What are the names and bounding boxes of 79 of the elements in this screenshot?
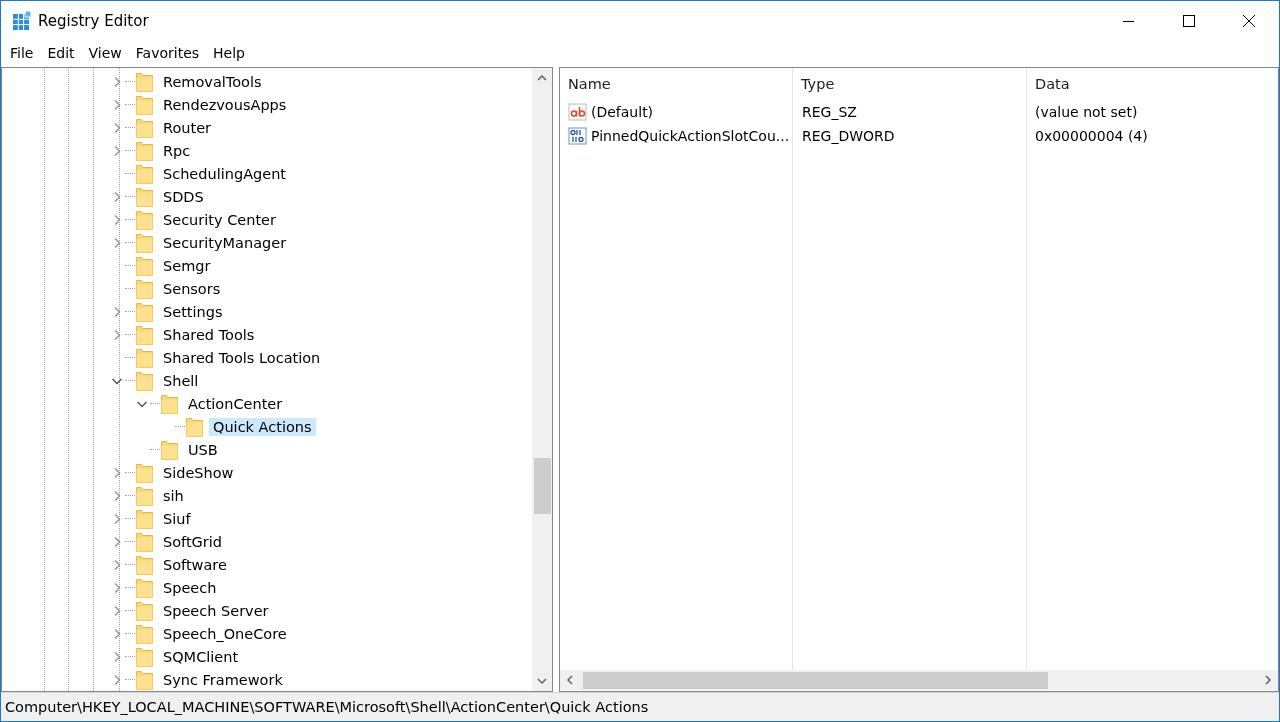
value-name: PinnedQuickActionSlotCou... [591, 128, 790, 144]
menu-item[interactable]: View [81, 45, 129, 61]
folder-icon [136, 278, 153, 299]
value-data: 0x00000004 (4) [1034, 128, 1149, 144]
tree-item[interactable]: SideShow [159, 463, 238, 482]
tree-item[interactable]: SchedulingAgent [159, 164, 291, 183]
tree-item[interactable]: RemovalTools [159, 72, 266, 91]
binary-value-icon [568, 127, 588, 145]
menu-item[interactable]: Edit [40, 45, 82, 61]
tree-item[interactable]: Speech [159, 578, 221, 597]
folder-icon [136, 324, 153, 345]
menu-item[interactable]: File [3, 45, 41, 61]
tree-item[interactable]: Settings [159, 302, 227, 321]
folder-icon [136, 600, 153, 621]
value-type: REG_SZ [801, 104, 858, 120]
menu-item[interactable]: Help [206, 45, 252, 61]
folder-icon [136, 485, 153, 506]
folder-icon [136, 531, 153, 552]
tree-item[interactable]: SecurityManager [159, 233, 291, 252]
folder-icon [136, 646, 153, 667]
folder-icon [136, 117, 153, 138]
folder-icon [136, 140, 153, 161]
tree-item[interactable]: USB [184, 440, 222, 459]
folder-icon [136, 163, 153, 184]
tree-item[interactable]: ActionCenter [184, 394, 287, 413]
horizontal-scrollbar[interactable] [560, 670, 1278, 690]
tree-item[interactable]: Shared Tools [159, 325, 259, 344]
close-icon [1243, 15, 1255, 27]
tree-item[interactable]: Quick Actions [209, 417, 316, 436]
column-header[interactable]: Data [1027, 76, 1278, 92]
folder-icon [136, 301, 153, 322]
vertical-scrollbar[interactable] [532, 68, 552, 691]
tree-item[interactable]: sih [159, 486, 188, 505]
string-value-icon [568, 103, 588, 121]
folder-icon [136, 623, 153, 644]
scroll-thumb[interactable] [534, 458, 551, 514]
folder-icon [186, 416, 203, 437]
folder-icon [136, 577, 153, 598]
column-header[interactable]: Type [793, 76, 1027, 92]
folder-icon [136, 209, 153, 230]
tree-item[interactable]: SDDS [159, 187, 208, 206]
folder-icon [136, 508, 153, 529]
tree-item[interactable]: Sensors [159, 279, 225, 298]
folder-icon [136, 462, 153, 483]
folder-icon [136, 554, 153, 575]
folder-icon [136, 186, 153, 207]
tree-item[interactable]: RendezvousApps [159, 95, 291, 114]
folder-icon [136, 232, 153, 253]
folder-icon [136, 347, 153, 368]
tree-item[interactable]: Speech_OneCore [159, 624, 291, 643]
registry-app-icon [12, 11, 32, 31]
tree-item[interactable]: Speech Server [159, 601, 273, 620]
tree-item[interactable]: Shell [159, 371, 203, 390]
tree-item[interactable]: Rpc [159, 141, 195, 160]
value-type: REG_DWORD [801, 128, 896, 144]
maximize-icon [1183, 15, 1195, 27]
tree-item[interactable]: Sync Framework [159, 670, 287, 689]
folder-icon [136, 669, 153, 690]
tree-item[interactable]: SoftGrid [159, 532, 227, 551]
tree-item[interactable]: Siuf [159, 509, 195, 528]
window-title: Registry Editor [38, 12, 150, 30]
menu-item[interactable]: Favorites [128, 45, 207, 61]
scroll-thumb[interactable] [583, 672, 1048, 689]
tree-item[interactable]: SQMClient [159, 647, 243, 666]
tree-item[interactable]: Security Center [159, 210, 280, 229]
folder-icon [136, 94, 153, 115]
folder-icon [136, 370, 153, 391]
column-header[interactable]: Name [560, 76, 793, 92]
tree-item[interactable]: Software [159, 555, 231, 574]
folder-icon [136, 255, 153, 276]
folder-icon [161, 439, 178, 460]
tree-item[interactable]: Shared Tools Location [159, 348, 325, 367]
status-bar-path: Computer\HKEY_LOCAL_MACHINE\SOFTWARE\Microsoft\Shell\ActionCenter\Quick Actions [1, 692, 1279, 721]
tree-item[interactable]: Semgr [159, 256, 215, 275]
folder-icon [161, 393, 178, 414]
value-name: (Default) [591, 104, 654, 120]
value-data: (value not set) [1034, 104, 1139, 120]
folder-icon [136, 71, 153, 92]
tree-item[interactable]: Router [159, 118, 216, 137]
